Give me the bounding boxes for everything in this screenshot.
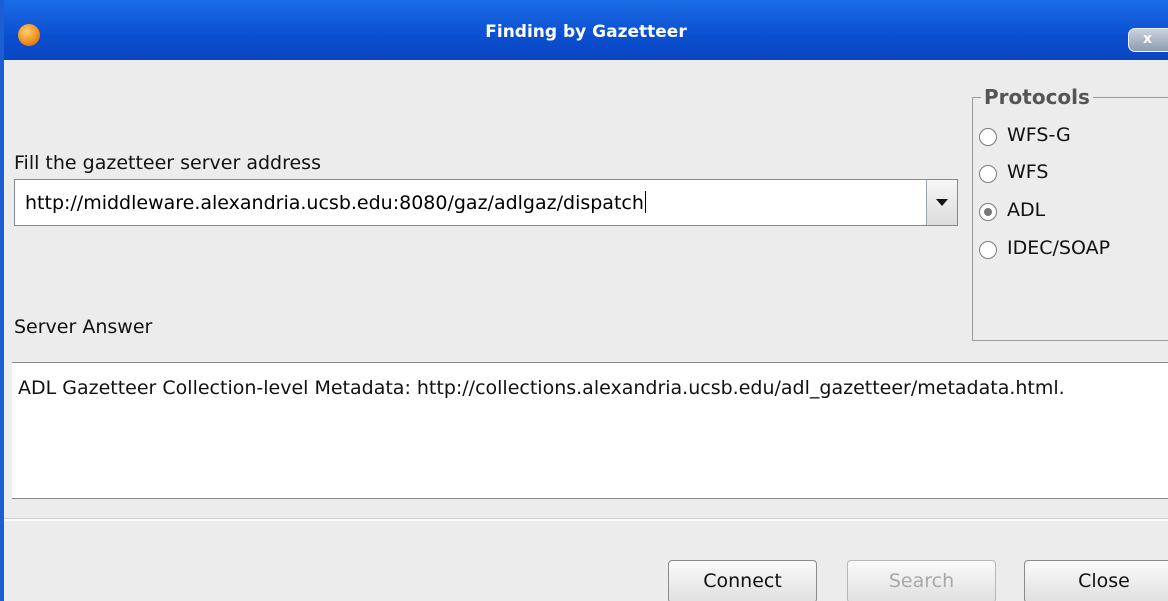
server-address-input[interactable]: http://middleware.alexandria.ucsb.edu:80…	[25, 191, 646, 214]
protocols-group: Protocols WFS-G WFS ADL IDEC/SOAP	[972, 85, 1168, 341]
protocol-label-idec-soap: IDEC/SOAP	[1007, 237, 1111, 259]
text-caret	[644, 191, 646, 213]
radio-button-idec-soap[interactable]	[979, 241, 997, 259]
radio-button-wfs-g[interactable]	[979, 128, 997, 146]
window-close-button[interactable]: x	[1128, 28, 1168, 52]
server-address-label: Fill the gazetteer server address	[14, 152, 321, 174]
dialog-window: Finding by Gazetteer x Fill the gazettee…	[0, 0, 1168, 601]
radio-button-adl[interactable]	[979, 203, 997, 221]
server-address-combobox[interactable]: http://middleware.alexandria.ucsb.edu:80…	[14, 179, 958, 226]
protocol-label-wfs-g: WFS-G	[1007, 124, 1071, 146]
title-bar[interactable]: Finding by Gazetteer x	[4, 0, 1168, 60]
divider	[4, 518, 1168, 521]
server-answer-text: ADL Gazetteer Collection-level Metadata:…	[18, 377, 1065, 399]
close-icon: x	[1143, 31, 1153, 47]
protocol-label-wfs: WFS	[1007, 161, 1049, 183]
connect-button[interactable]: Connect	[668, 560, 817, 601]
protocols-legend: Protocols	[981, 85, 1093, 109]
radio-button-wfs[interactable]	[979, 165, 997, 183]
server-address-value: http://middleware.alexandria.ucsb.edu:80…	[25, 192, 644, 214]
search-button[interactable]: Search	[847, 560, 996, 601]
chevron-down-icon[interactable]	[926, 180, 957, 225]
protocol-label-adl: ADL	[1007, 199, 1046, 221]
window-title: Finding by Gazetteer	[485, 22, 687, 42]
close-button[interactable]: Close	[1024, 560, 1168, 601]
server-answer-area[interactable]: ADL Gazetteer Collection-level Metadata:…	[12, 362, 1168, 499]
server-answer-label: Server Answer	[14, 316, 153, 338]
